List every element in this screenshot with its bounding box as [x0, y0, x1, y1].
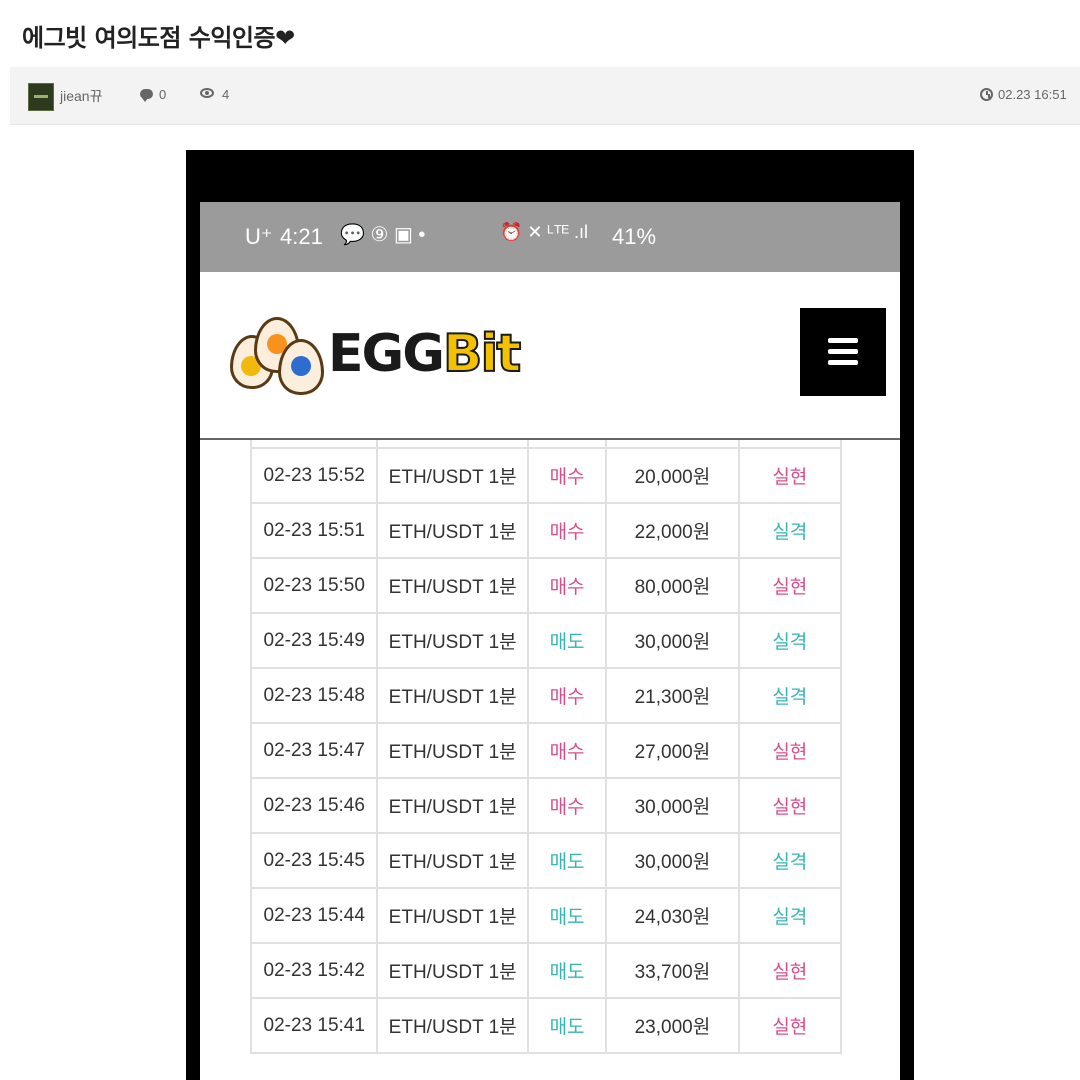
- trade-pair: ETH/USDT 1분: [376, 447, 529, 504]
- egg-logo-icon[interactable]: [230, 317, 325, 395]
- trade-time: 02-23 15:46: [249, 777, 379, 834]
- trade-time: 02-23 15:49: [249, 612, 379, 669]
- status-time: 4:21: [280, 224, 323, 249]
- trade-amount: 23,000원: [605, 997, 740, 1054]
- trade-result: 실현: [737, 557, 843, 614]
- table-row: 02-23 15:46 ETH/USDT 1분 매수 30,000원 실현: [249, 777, 843, 834]
- carrier-label: U⁺: [245, 224, 273, 249]
- battery-level: 41%: [612, 224, 657, 249]
- trade-side: 매수: [526, 557, 608, 614]
- phone-screen: U⁺ 4:21 💬 ⑨ ▣ • ⏰ ✕ ᴸᵀᴱ .ıl 41% 02-23 15…: [200, 202, 900, 1080]
- hamburger-menu-button[interactable]: [800, 308, 886, 396]
- trade-amount: 33,700원: [605, 942, 740, 999]
- trade-time: 02-23 15:48: [249, 667, 379, 724]
- table-row: 02-23 15:47 ETH/USDT 1분 매수 27,000원 실현: [249, 722, 843, 779]
- clock-icon: [980, 88, 993, 101]
- trade-result: 실현: [737, 942, 843, 999]
- trade-time: 02-23 15:50: [249, 557, 379, 614]
- trade-side: 매수: [526, 722, 608, 779]
- trade-pair: ETH/USDT 1분: [376, 557, 529, 614]
- phone-screenshot: U⁺ 4:21 💬 ⑨ ▣ • ⏰ ✕ ᴸᵀᴱ .ıl 41% 02-23 15…: [186, 150, 914, 1080]
- trade-time: 02-23 15:51: [249, 502, 379, 559]
- trade-amount: 20,000원: [605, 447, 740, 504]
- trade-amount: 30,000원: [605, 832, 740, 889]
- trade-amount: 21,300원: [605, 667, 740, 724]
- table-row: 02-23 15:51 ETH/USDT 1분 매수 22,000원 실격: [249, 502, 843, 559]
- table-row: 02-23 15:41 ETH/USDT 1분 매도 23,000원 실현: [249, 997, 843, 1054]
- trade-amount: 22,000원: [605, 502, 740, 559]
- trade-result: 실현: [737, 997, 843, 1054]
- view-count: 4: [222, 87, 230, 102]
- trade-side: 매도: [526, 997, 608, 1054]
- huobi-coin-icon: [291, 356, 311, 376]
- avatar[interactable]: [28, 83, 54, 111]
- trade-pair: ETH/USDT 1분: [376, 612, 529, 669]
- trade-side: 매도: [526, 612, 608, 669]
- trade-amount: 80,000원: [605, 557, 740, 614]
- trade-time: 02-23 15:42: [249, 942, 379, 999]
- trade-side: 매도: [526, 887, 608, 944]
- menu-bar-icon: [828, 349, 858, 354]
- trade-pair: ETH/USDT 1분: [376, 722, 529, 779]
- trade-side: 매도: [526, 942, 608, 999]
- trade-side: 매도: [526, 832, 608, 889]
- trade-side: 매수: [526, 777, 608, 834]
- eye-icon: [200, 88, 214, 98]
- menu-bar-icon: [828, 338, 858, 343]
- trade-side: 매수: [526, 447, 608, 504]
- trade-result: 실현: [737, 722, 843, 779]
- trade-time: 02-23 15:41: [249, 997, 379, 1054]
- trade-history-table: 02-23 15:53ETH/USDT 1분매도18,000원실현02-23 1…: [249, 392, 843, 1054]
- trade-time: 02-23 15:44: [249, 887, 379, 944]
- trade-time: 02-23 15:52: [249, 447, 379, 504]
- trade-result: 실격: [737, 667, 843, 724]
- logo-text-bit: Bit: [442, 323, 522, 385]
- post-meta-bar: jiean뀨 0 4 02.23 16:51: [10, 67, 1080, 125]
- trade-pair: ETH/USDT 1분: [376, 887, 529, 944]
- table-row: 02-23 15:44 ETH/USDT 1분 매도 24,030원 실격: [249, 887, 843, 944]
- status-bar: U⁺ 4:21 💬 ⑨ ▣ • ⏰ ✕ ᴸᵀᴱ .ıl 41%: [200, 202, 900, 272]
- trade-side: 매수: [526, 667, 608, 724]
- site-logo[interactable]: EGGBit: [328, 323, 522, 385]
- trade-result: 실격: [737, 887, 843, 944]
- trade-result: 실격: [737, 612, 843, 669]
- site-header: EGGBit: [200, 272, 900, 440]
- system-icons: ⏰ ✕ ᴸᵀᴱ .ıl: [500, 222, 588, 242]
- trade-amount: 24,030원: [605, 887, 740, 944]
- post-title: 에그빗 여의도점 수익인증❤: [22, 24, 295, 52]
- trade-pair: ETH/USDT 1분: [376, 942, 529, 999]
- trade-pair: ETH/USDT 1분: [376, 667, 529, 724]
- author-name[interactable]: jiean뀨: [60, 86, 102, 106]
- table-row: 02-23 15:52 ETH/USDT 1분 매수 20,000원 실현: [249, 447, 843, 504]
- post-datetime: 02.23 16:51: [998, 87, 1067, 102]
- trade-pair: ETH/USDT 1분: [376, 832, 529, 889]
- trade-time: 02-23 15:47: [249, 722, 379, 779]
- menu-bar-icon: [828, 360, 858, 365]
- trade-amount: 30,000원: [605, 612, 740, 669]
- notification-icons: 💬 ⑨ ▣ •: [340, 224, 426, 246]
- trade-result: 실격: [737, 502, 843, 559]
- trade-result: 실격: [737, 832, 843, 889]
- table-row: 02-23 15:45 ETH/USDT 1분 매도 30,000원 실격: [249, 832, 843, 889]
- table-row: 02-23 15:42 ETH/USDT 1분 매도 33,700원 실현: [249, 942, 843, 999]
- trade-pair: ETH/USDT 1분: [376, 502, 529, 559]
- table-row: 02-23 15:48 ETH/USDT 1분 매수 21,300원 실격: [249, 667, 843, 724]
- table-row: 02-23 15:49 ETH/USDT 1분 매도 30,000원 실격: [249, 612, 843, 669]
- trade-pair: ETH/USDT 1분: [376, 997, 529, 1054]
- egg-icon: [278, 339, 324, 395]
- comment-icon: [140, 89, 153, 102]
- trade-pair: ETH/USDT 1분: [376, 777, 529, 834]
- trade-result: 실현: [737, 447, 843, 504]
- table-row: 02-23 15:50 ETH/USDT 1분 매수 80,000원 실현: [249, 557, 843, 614]
- comment-count: 0: [159, 87, 167, 102]
- trade-result: 실현: [737, 777, 843, 834]
- trade-side: 매수: [526, 502, 608, 559]
- trade-time: 02-23 15:45: [249, 832, 379, 889]
- logo-text-egg: EGG: [328, 324, 445, 384]
- trade-amount: 27,000원: [605, 722, 740, 779]
- trade-amount: 30,000원: [605, 777, 740, 834]
